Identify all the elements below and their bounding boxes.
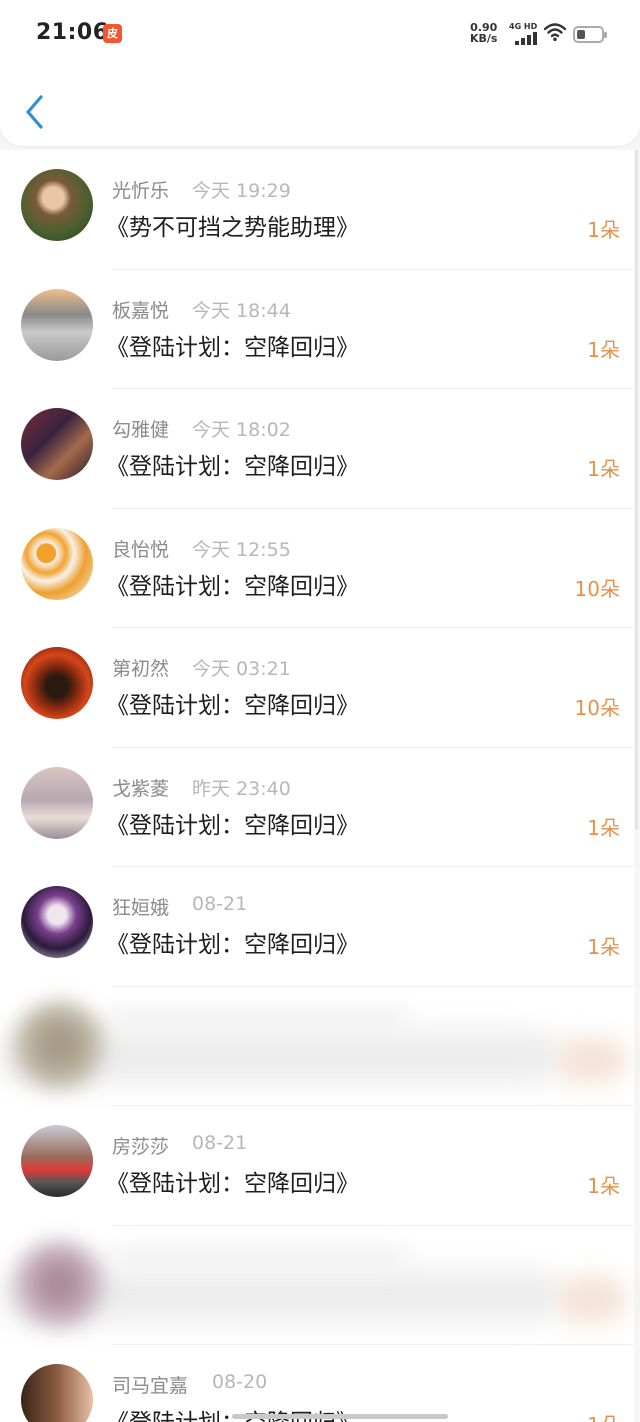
list-item[interactable]: 勾雅健 今天 18:02 《登陆计划：空降回归》 1朵 xyxy=(0,389,634,509)
avatar[interactable] xyxy=(21,527,93,600)
flower-count: 1朵 xyxy=(587,815,620,840)
app-notification-icon: 皮 xyxy=(103,24,122,43)
flower-count: 1朵 xyxy=(587,337,620,362)
list-item[interactable]: 板嘉悦 今天 18:44 《登陆计划：空降回归》 1朵 xyxy=(0,270,634,389)
flower-count: 1朵 xyxy=(587,935,620,959)
timestamp: 今天 18:44 xyxy=(192,299,291,322)
flower-count: 10朵 xyxy=(574,696,620,720)
user-name[interactable]: 板嘉悦 xyxy=(112,296,169,323)
flower-count: 10朵 xyxy=(574,576,620,601)
flower-count: 1朵 xyxy=(587,1409,620,1422)
book-title[interactable]: 《势不可挡之势能助理》 xyxy=(106,208,359,242)
timestamp: 今天 03:21 xyxy=(192,658,291,680)
list-item-blurred xyxy=(0,1225,634,1345)
list-item[interactable]: 狂姮娥 08-21 《登陆计划：空降回归》 1朵 xyxy=(0,867,634,987)
user-name[interactable]: 狂姮娥 xyxy=(112,893,169,920)
timestamp: 昨天 23:40 xyxy=(192,777,291,800)
avatar[interactable] xyxy=(21,1125,93,1197)
timestamp: 08-21 xyxy=(192,1132,248,1154)
avatar[interactable] xyxy=(21,886,93,958)
avatar[interactable] xyxy=(21,1364,93,1422)
wifi-icon xyxy=(544,23,566,42)
timestamp: 今天 18:02 xyxy=(192,419,291,441)
user-name[interactable]: 戈紫菱 xyxy=(112,774,169,801)
back-button[interactable] xyxy=(22,92,50,132)
user-name[interactable]: 房莎莎 xyxy=(112,1132,169,1159)
list-item[interactable]: 戈紫菱 昨天 23:40 《登陆计划：空降回归》 1朵 xyxy=(0,748,634,867)
timestamp: 08-21 xyxy=(192,893,248,915)
list-item[interactable]: 良怡悦 今天 12:55 《登陆计划：空降回归》 10朵 xyxy=(0,509,634,628)
list-item[interactable]: 光忻乐 今天 19:29 《势不可挡之势能助理》 1朵 xyxy=(0,150,634,270)
book-title[interactable]: 《登陆计划：空降回归》 xyxy=(106,1403,359,1422)
user-name[interactable]: 第初然 xyxy=(112,654,169,681)
avatar[interactable] xyxy=(21,288,93,361)
book-title[interactable]: 《登陆计划：空降回归》 xyxy=(106,925,359,959)
home-indicator[interactable] xyxy=(232,1414,448,1419)
avatar[interactable] xyxy=(21,169,93,241)
scrollbar[interactable] xyxy=(635,150,638,830)
book-title[interactable]: 《登陆计划：空降回归》 xyxy=(106,1164,359,1198)
battery-icon xyxy=(573,26,607,43)
avatar[interactable] xyxy=(21,766,93,839)
user-name[interactable]: 良怡悦 xyxy=(112,535,169,562)
gift-record-list: 光忻乐 今天 19:29 《势不可挡之势能助理》 1朵 板嘉悦 今天 18:44 《登陆计划… xyxy=(0,150,634,1422)
user-name[interactable]: 光忻乐 xyxy=(112,176,169,203)
list-item-blurred xyxy=(0,986,634,1106)
flower-count: 1朵 xyxy=(587,1174,620,1198)
timestamp: 08-20 xyxy=(212,1371,268,1393)
avatar xyxy=(14,1239,104,1328)
timestamp: 今天 12:55 xyxy=(192,538,291,561)
book-title[interactable]: 《登陆计划：空降回归》 xyxy=(106,447,359,481)
flower-count: 1朵 xyxy=(587,218,620,242)
book-title[interactable]: 《登陆计划：空降回归》 xyxy=(106,806,359,840)
avatar xyxy=(14,1000,104,1089)
list-item[interactable]: 司马宜嘉 08-20 《登陆计划：空降回归》 1朵 xyxy=(0,1345,634,1422)
signal-label: 4G HD xyxy=(509,22,538,31)
user-name[interactable]: 勾雅健 xyxy=(112,415,169,442)
avatar[interactable] xyxy=(21,647,93,719)
book-title[interactable]: 《登陆计划：空降回归》 xyxy=(106,567,359,601)
network-speed-unit: KB/s xyxy=(470,32,498,45)
header-bar: 21:06 皮 0.90 KB/s 4G HD xyxy=(0,0,640,146)
flower-count: 1朵 xyxy=(587,457,620,481)
status-time: 21:06 xyxy=(36,20,109,45)
user-name[interactable]: 司马宜嘉 xyxy=(112,1371,188,1398)
timestamp: 今天 19:29 xyxy=(192,180,291,202)
list-item[interactable]: 房莎莎 08-21 《登陆计划：空降回归》 1朵 xyxy=(0,1106,634,1226)
book-title[interactable]: 《登陆计划：空降回归》 xyxy=(106,686,359,720)
book-title[interactable]: 《登陆计划：空降回归》 xyxy=(106,328,359,362)
avatar[interactable] xyxy=(21,408,93,480)
network-speed: 0.90 KB/s xyxy=(470,22,497,44)
signal-icon: 4G HD xyxy=(509,22,537,46)
list-item[interactable]: 第初然 今天 03:21 《登陆计划：空降回归》 10朵 xyxy=(0,628,634,748)
